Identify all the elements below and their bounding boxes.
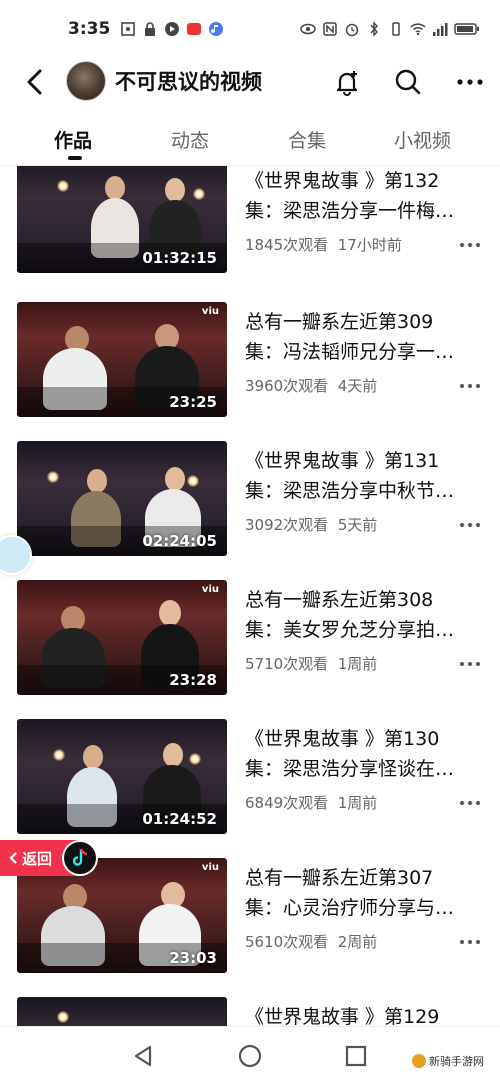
video-thumbnail[interactable] bbox=[17, 997, 227, 1026]
nav-back-button[interactable] bbox=[128, 1041, 158, 1071]
video-title: 《世界鬼故事 》第132 集：梁思浩分享一件梅… bbox=[245, 170, 455, 222]
app-badge-icon bbox=[187, 23, 202, 35]
bluetooth-icon bbox=[370, 21, 378, 37]
signal-icon bbox=[433, 23, 448, 36]
search-icon bbox=[395, 69, 421, 95]
upload-time: 1周前 bbox=[337, 794, 378, 812]
square-recents-icon bbox=[345, 1045, 367, 1067]
alarm-icon bbox=[345, 23, 359, 37]
tab-works[interactable]: 作品 bbox=[54, 126, 92, 153]
battery-icon bbox=[454, 23, 479, 35]
video-title: 总有一瓣系左近第308 集：美女罗允芝分享拍… bbox=[245, 589, 455, 641]
video-more-button[interactable] bbox=[460, 798, 480, 808]
nav-recents-button[interactable] bbox=[341, 1041, 371, 1071]
tab-short-videos[interactable]: 小视频 bbox=[394, 126, 451, 153]
video-meta: 5610次观看 2周前 bbox=[245, 931, 377, 952]
video-thumbnail[interactable]: 01:24:52 bbox=[17, 719, 227, 834]
video-duration: 23:25 bbox=[169, 393, 217, 411]
upload-time: 4天前 bbox=[337, 377, 378, 395]
subscribe-bell-button[interactable] bbox=[331, 66, 363, 98]
video-title: 《世界鬼故事 》第129 bbox=[245, 1006, 440, 1026]
video-meta: 3092次观看 5天前 bbox=[245, 514, 377, 535]
video-more-button[interactable] bbox=[460, 381, 480, 391]
tiktok-icon[interactable] bbox=[62, 840, 98, 876]
video-meta: 1845次观看 17小时前 bbox=[245, 234, 402, 255]
tab-active-indicator bbox=[68, 156, 82, 160]
return-label: 返回 bbox=[22, 849, 53, 868]
video-more-button[interactable] bbox=[460, 520, 480, 530]
view-count: 5610次观看 bbox=[245, 933, 329, 951]
scan-icon bbox=[121, 22, 136, 36]
viu-logo: viu bbox=[201, 306, 219, 317]
status-time: 3:35 bbox=[68, 19, 111, 39]
upload-time: 5天前 bbox=[337, 516, 378, 534]
vibrate-icon bbox=[392, 22, 400, 36]
message-icon bbox=[165, 22, 180, 36]
back-arrow-icon bbox=[27, 69, 42, 95]
video-thumbnail[interactable]: 02:24:05 bbox=[17, 441, 227, 556]
view-count: 5710次观看 bbox=[245, 655, 329, 673]
watermark: 新骑手游网 bbox=[410, 1050, 486, 1072]
video-item[interactable]: 01:24:52 《世界鬼故事 》第130 集：梁思浩分享怪谈在… 6849次观… bbox=[0, 714, 500, 853]
chevron-left-icon bbox=[9, 852, 17, 864]
notification-icons bbox=[120, 21, 224, 37]
upload-time: 1周前 bbox=[337, 655, 378, 673]
tab-collections[interactable]: 合集 bbox=[288, 126, 326, 153]
viu-logo: viu bbox=[201, 584, 219, 595]
video-meta: 3960次观看 4天前 bbox=[245, 375, 377, 396]
video-duration: 23:28 bbox=[169, 671, 217, 689]
video-thumbnail[interactable]: viu 23:25 bbox=[17, 302, 227, 417]
wifi-icon bbox=[410, 23, 426, 36]
video-item[interactable]: 02:24:05 《世界鬼故事 》第131 集：梁思浩分享中秋节… 3092次观… bbox=[0, 436, 500, 575]
search-button[interactable] bbox=[392, 66, 424, 98]
video-duration: 01:24:52 bbox=[142, 810, 217, 828]
more-options-button[interactable] bbox=[454, 66, 486, 98]
video-duration: 02:24:05 bbox=[142, 532, 217, 550]
viu-logo: viu bbox=[201, 862, 219, 873]
channel-header: 不可思议的视频 bbox=[0, 58, 500, 106]
video-list: 01:32:15 《世界鬼故事 》第132 集：梁思浩分享一件梅… 1845次观… bbox=[0, 166, 500, 1026]
video-duration: 23:03 bbox=[169, 949, 217, 967]
bell-plus-icon bbox=[336, 71, 358, 96]
video-meta: 6849次观看 1周前 bbox=[245, 792, 377, 813]
channel-tabs: 作品 动态 合集 小视频 bbox=[0, 112, 500, 166]
video-item[interactable]: 01:32:15 《世界鬼故事 》第132 集：梁思浩分享一件梅… 1845次观… bbox=[0, 166, 500, 297]
channel-avatar[interactable] bbox=[66, 61, 106, 101]
video-title: 《世界鬼故事 》第131 集：梁思浩分享中秋节… bbox=[245, 450, 455, 502]
status-bar: 3:35 bbox=[0, 0, 500, 58]
video-thumbnail[interactable]: viu 23:28 bbox=[17, 580, 227, 695]
system-icons bbox=[300, 21, 480, 37]
view-count: 3960次观看 bbox=[245, 377, 329, 395]
video-title: 总有一瓣系左近第309 集：冯法韬师兄分享一… bbox=[245, 311, 455, 363]
video-item[interactable]: 《世界鬼故事 》第129 bbox=[0, 992, 500, 1026]
eye-icon bbox=[300, 23, 316, 35]
view-count: 3092次观看 bbox=[245, 516, 329, 534]
lock-icon bbox=[145, 22, 156, 36]
view-count: 6849次观看 bbox=[245, 794, 329, 812]
nfc-icon bbox=[323, 22, 337, 36]
nav-home-button[interactable] bbox=[235, 1041, 265, 1071]
upload-time: 17小时前 bbox=[337, 236, 402, 254]
video-meta: 5710次观看 1周前 bbox=[245, 653, 377, 674]
video-title: 总有一瓣系左近第307 集：心灵治疗师分享与… bbox=[245, 867, 455, 919]
music-icon bbox=[209, 22, 224, 36]
more-icon bbox=[457, 79, 483, 85]
triangle-back-icon bbox=[134, 1045, 152, 1067]
circle-home-icon bbox=[238, 1044, 262, 1068]
upload-time: 2周前 bbox=[337, 933, 378, 951]
channel-title: 不可思议的视频 bbox=[115, 70, 262, 94]
video-title: 《世界鬼故事 》第130 集：梁思浩分享怪谈在… bbox=[245, 728, 455, 780]
video-more-button[interactable] bbox=[460, 659, 480, 669]
video-duration: 01:32:15 bbox=[142, 249, 217, 267]
view-count: 1845次观看 bbox=[245, 236, 329, 254]
back-button[interactable] bbox=[20, 66, 50, 98]
watermark-logo-icon bbox=[412, 1054, 426, 1068]
video-item[interactable]: viu 23:28 总有一瓣系左近第308 集：美女罗允芝分享拍… 5710次观… bbox=[0, 575, 500, 714]
video-thumbnail[interactable]: 01:32:15 bbox=[17, 166, 227, 273]
tab-updates[interactable]: 动态 bbox=[171, 126, 209, 153]
video-item[interactable]: viu 23:25 总有一瓣系左近第309 集：冯法韬师兄分享一… 3960次观… bbox=[0, 297, 500, 436]
video-more-button[interactable] bbox=[460, 937, 480, 947]
video-more-button[interactable] bbox=[460, 240, 480, 250]
